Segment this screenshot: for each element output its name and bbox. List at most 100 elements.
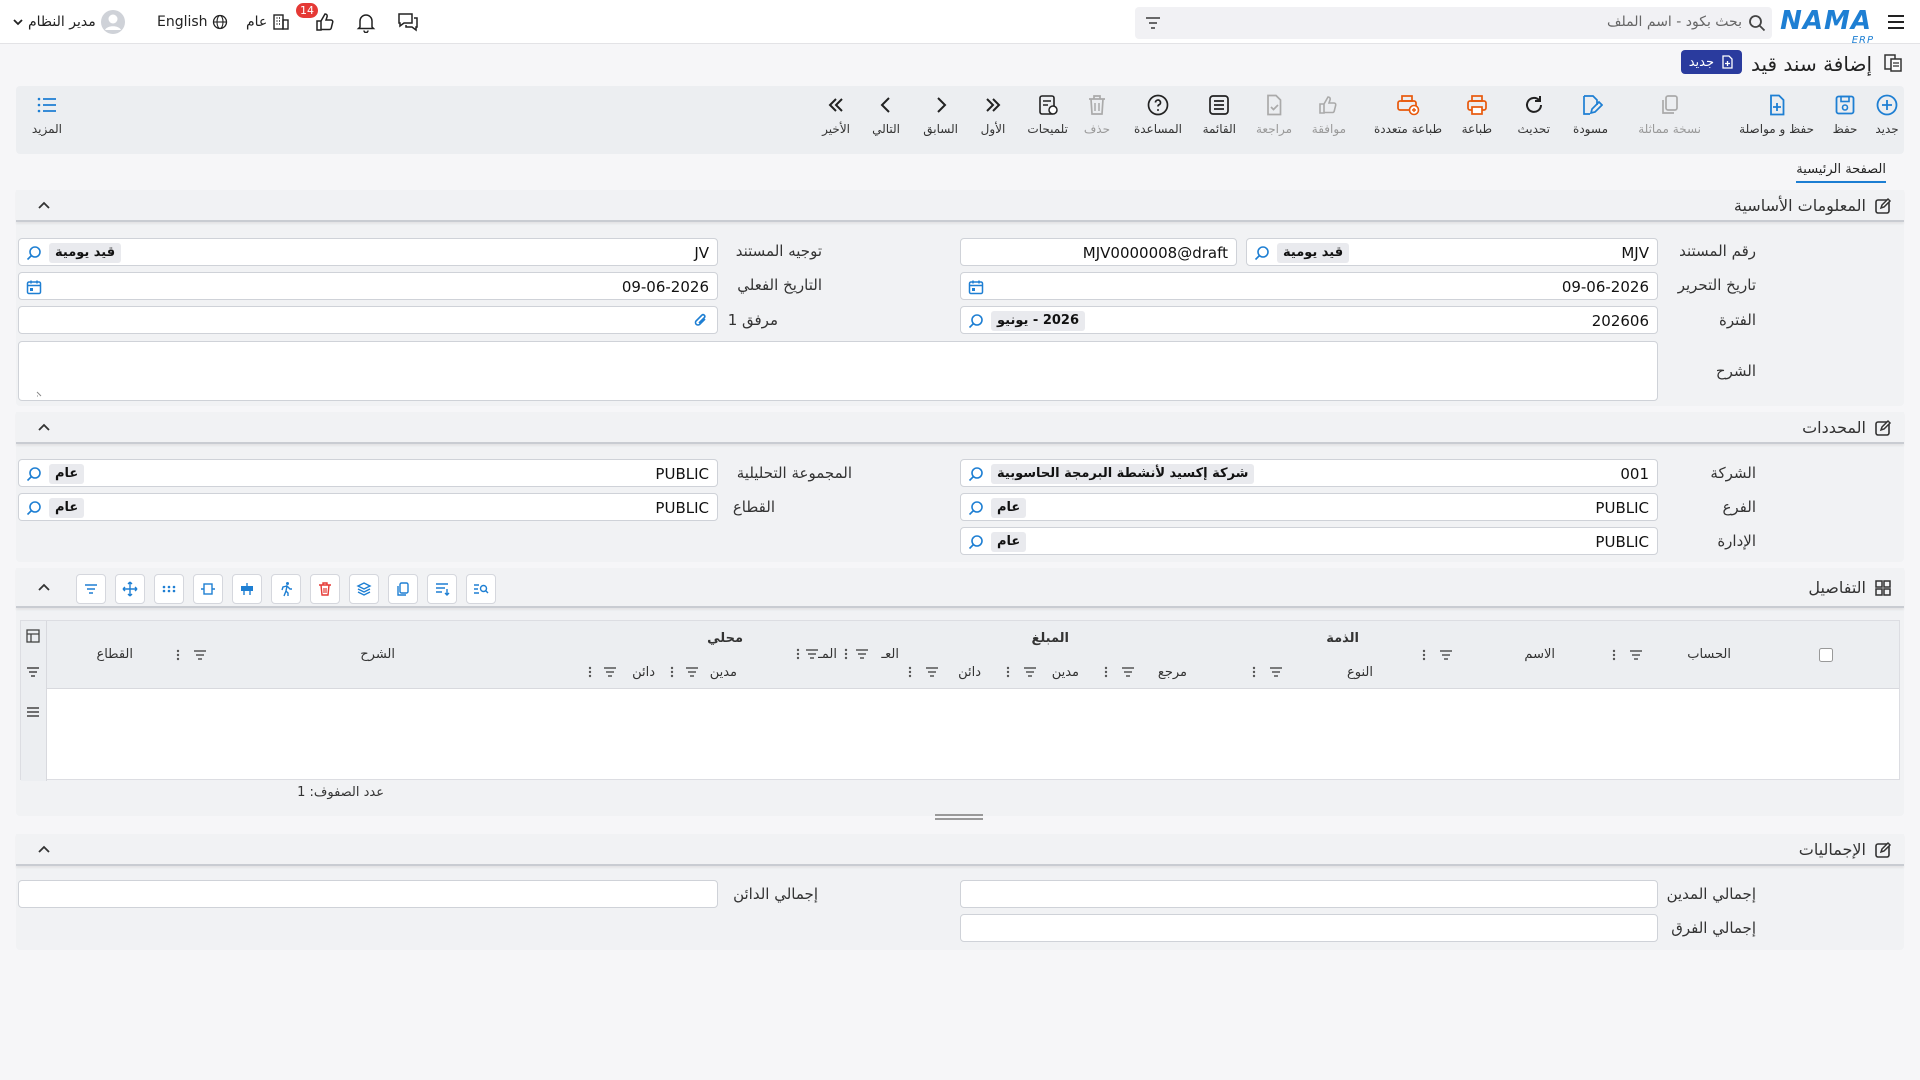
first-button[interactable]: الأول (980, 92, 1006, 136)
lookup-icon[interactable] (25, 244, 43, 262)
chevron-up-icon[interactable] (34, 418, 54, 438)
sort-rows-button[interactable] (427, 574, 457, 604)
totals-header[interactable]: الإجماليات (16, 834, 1904, 866)
layers-button[interactable] (349, 574, 379, 604)
column-menu-icon[interactable] (903, 665, 917, 679)
edit-date-field[interactable]: 09-06-2026 (960, 272, 1658, 300)
search-input[interactable]: بحث بكود - اسم الملف (1135, 7, 1772, 39)
delete-button[interactable]: حذف (1084, 92, 1110, 136)
column-menu-icon[interactable] (171, 648, 185, 662)
filter-rows-button[interactable] (76, 574, 106, 604)
duplicate-button[interactable]: نسخة مماثلة (1638, 92, 1701, 136)
fit-columns-button[interactable] (193, 574, 223, 604)
analytic-group-lookup[interactable]: PUBLIC عام (18, 459, 718, 487)
multi-print-button[interactable]: طباعة متعددة (1374, 92, 1442, 136)
sector-lookup[interactable]: PUBLIC عام (18, 493, 718, 521)
column-filter-icon[interactable] (685, 665, 699, 679)
doc-code-field[interactable]: MJV0000008@draft (960, 238, 1237, 266)
lookup-icon[interactable] (25, 465, 43, 483)
column-filter-icon[interactable] (805, 647, 819, 661)
column-menu-icon[interactable] (1417, 648, 1431, 662)
last-button[interactable]: الأخير (822, 92, 850, 136)
list-button[interactable]: القائمة (1203, 92, 1236, 136)
select-all-checkbox[interactable] (1819, 648, 1833, 662)
insert-row-button[interactable] (232, 574, 262, 604)
messages-button[interactable] (396, 10, 420, 34)
more-button[interactable]: المزيد (32, 92, 62, 136)
chevron-up-icon[interactable] (34, 578, 54, 598)
details-header[interactable]: التفاصيل (16, 568, 1904, 608)
scope-switch[interactable]: عام (246, 10, 291, 34)
draft-button[interactable]: مسودة (1573, 92, 1608, 136)
notifications-button[interactable] (355, 10, 377, 34)
column-menu-icon[interactable] (791, 647, 805, 661)
column-menu-icon[interactable] (1247, 665, 1261, 679)
column-menu-icon[interactable] (1001, 665, 1015, 679)
save-button[interactable]: حفظ (1832, 92, 1858, 136)
company-lookup[interactable]: 001 شركة إكسيد لأنشطة البرمجة الحاسوبية (960, 459, 1658, 487)
column-menu-icon[interactable] (839, 647, 853, 661)
column-filter-icon[interactable] (603, 665, 617, 679)
total-diff-field[interactable] (960, 914, 1658, 942)
columns-menu-icon[interactable] (26, 705, 40, 719)
col-credit[interactable]: دائن (958, 665, 981, 680)
col-currency[interactable]: العـ (881, 647, 899, 662)
lookup-icon[interactable] (967, 312, 985, 330)
doc-type-lookup[interactable]: MJV قيد يومية (1246, 238, 1658, 266)
total-debit-field[interactable] (960, 880, 1658, 908)
column-filter-icon[interactable] (193, 648, 207, 662)
hints-button[interactable]: تلميحات (1027, 92, 1068, 136)
approve-button[interactable]: موافقة (1312, 92, 1346, 136)
refresh-button[interactable]: تحديث (1517, 92, 1550, 136)
lookup-icon[interactable] (967, 465, 985, 483)
filter-icon[interactable] (1143, 13, 1163, 33)
print-button[interactable]: طباعة (1462, 92, 1492, 136)
next-button[interactable]: التالي (872, 92, 900, 136)
approvals-button[interactable]: 14 (296, 3, 336, 34)
column-filter-icon[interactable] (1023, 665, 1037, 679)
lookup-icon[interactable] (25, 499, 43, 517)
basic-info-header[interactable]: المعلومات الأساسية (16, 190, 1904, 222)
col-local-credit[interactable]: دائن (632, 665, 655, 680)
language-switch[interactable]: English (157, 10, 228, 34)
calendar-icon[interactable] (967, 278, 985, 296)
search-rows-button[interactable] (466, 574, 496, 604)
column-filter-icon[interactable] (855, 647, 869, 661)
table-settings-icon[interactable] (26, 629, 40, 643)
previous-button[interactable]: السابق (923, 92, 958, 136)
column-menu-icon[interactable] (665, 665, 679, 679)
chevron-up-icon[interactable] (34, 840, 54, 860)
paperclip-icon[interactable] (691, 311, 711, 331)
filter-icon[interactable] (26, 665, 40, 679)
lookup-icon[interactable] (967, 533, 985, 551)
col-type[interactable]: النوع (1347, 665, 1373, 680)
menu-icon[interactable] (1884, 10, 1908, 34)
attachment-field[interactable] (18, 306, 718, 334)
column-filter-icon[interactable] (1439, 648, 1453, 662)
tab-main[interactable]: الصفحة الرئيسية (1796, 162, 1886, 183)
col-debit[interactable]: مدين (1052, 665, 1079, 680)
col-name[interactable]: الاسم (1524, 647, 1555, 662)
help-button[interactable]: المساعدة (1134, 92, 1182, 136)
col-reference[interactable]: مرجع (1158, 665, 1187, 680)
move-button[interactable] (115, 574, 145, 604)
dimensions-header[interactable]: المحددات (16, 412, 1904, 444)
total-credit-field[interactable] (18, 880, 718, 908)
column-filter-icon[interactable] (925, 665, 939, 679)
actual-date-field[interactable]: 09-06-2026 (18, 272, 718, 300)
run-button[interactable] (271, 574, 301, 604)
copy-row-button[interactable] (388, 574, 418, 604)
col-local-debit[interactable]: مدين (710, 665, 737, 680)
doc-direction-lookup[interactable]: JV قيد يومية (18, 238, 718, 266)
department-lookup[interactable]: PUBLIC عام (960, 527, 1658, 555)
column-menu-icon[interactable] (583, 665, 597, 679)
col-explanation[interactable]: الشرح (360, 647, 395, 662)
delete-row-button[interactable] (310, 574, 340, 604)
grid-dots-button[interactable] (154, 574, 184, 604)
column-menu-icon[interactable] (1099, 665, 1113, 679)
column-filter-icon[interactable] (1629, 648, 1643, 662)
col-account[interactable]: الحساب (1687, 647, 1731, 662)
lookup-icon[interactable] (967, 499, 985, 517)
review-button[interactable]: مراجعة (1256, 92, 1292, 136)
branch-lookup[interactable]: PUBLIC عام (960, 493, 1658, 521)
